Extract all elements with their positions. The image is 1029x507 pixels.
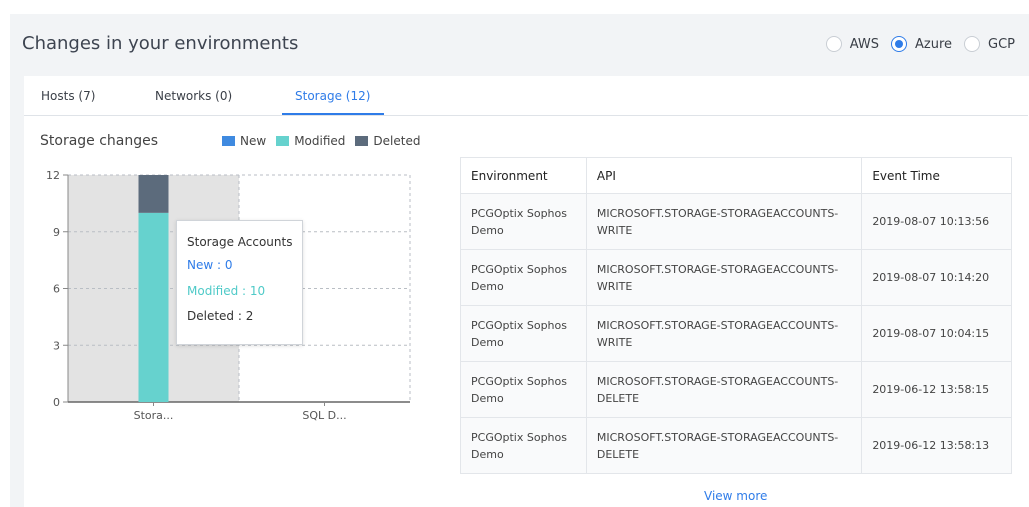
view-more-link[interactable]: View more	[704, 489, 767, 503]
tab-networks[interactable]: Networks (0)	[155, 89, 232, 103]
cell-api: MICROSOFT.STORAGE-STORAGEACCOUNTS-WRITE	[585, 305, 863, 362]
radio-aws[interactable]: AWS	[825, 36, 879, 52]
tab-hosts[interactable]: Hosts (7)	[41, 89, 95, 103]
table-row[interactable]: PCGOptix Sophos Demo MICROSOFT.STORAGE-S…	[460, 305, 1012, 362]
radio-circle-icon	[964, 36, 980, 52]
legend-label: Deleted	[373, 134, 421, 148]
y-tick-label: 12	[46, 169, 60, 182]
y-tick-label: 0	[53, 396, 60, 409]
active-tab-underline	[282, 113, 384, 115]
cell-event-time: 2019-08-07 10:04:15	[861, 305, 1012, 362]
chart-legend: New Modified Deleted	[222, 134, 430, 148]
cell-event-time: 2019-06-12 13:58:15	[861, 361, 1012, 418]
legend-label: New	[240, 134, 267, 148]
table-header-row: Environment API Event Time	[460, 157, 1012, 194]
column-header-api[interactable]: API	[585, 157, 863, 194]
x-tick-label: Stora...	[134, 409, 174, 422]
events-table: Environment API Event Time PCGOptix Soph…	[460, 157, 1012, 474]
radio-label: Azure	[914, 36, 952, 52]
legend-swatch	[222, 136, 235, 146]
legend-label: Modified	[294, 134, 346, 148]
cell-environment: PCGOptix Sophos Demo	[460, 361, 587, 418]
cell-api: MICROSOFT.STORAGE-STORAGEACCOUNTS-DELETE	[585, 361, 863, 418]
cell-api: MICROSOFT.STORAGE-STORAGEACCOUNTS-DELETE	[585, 417, 863, 474]
y-tick-label: 9	[53, 226, 60, 239]
chart-tooltip: Storage Accounts New : 0 Modified : 10 D…	[176, 220, 303, 345]
cell-environment: PCGOptix Sophos Demo	[460, 193, 587, 250]
table-row[interactable]: PCGOptix Sophos Demo MICROSOFT.STORAGE-S…	[460, 417, 1012, 474]
left-strip	[10, 76, 24, 507]
legend-item-new[interactable]: New	[222, 134, 266, 148]
radio-circle-icon	[825, 36, 842, 52]
cell-api: MICROSOFT.STORAGE-STORAGEACCOUNTS-WRITE	[585, 193, 863, 250]
cell-api: MICROSOFT.STORAGE-STORAGEACCOUNTS-WRITE	[585, 249, 863, 306]
column-header-environment[interactable]: Environment	[460, 157, 587, 194]
tooltip-deleted: Deleted : 2	[187, 309, 254, 323]
table-row[interactable]: PCGOptix Sophos Demo MICROSOFT.STORAGE-S…	[460, 249, 1012, 306]
cell-event-time: 2019-06-12 13:58:13	[861, 417, 1012, 474]
legend-swatch	[276, 136, 290, 146]
y-tick-label: 6	[53, 283, 60, 296]
radio-circle-icon	[890, 36, 907, 52]
cloud-radio-group: AWS Azure GCP	[814, 36, 1015, 52]
radio-label: AWS	[849, 36, 879, 52]
cell-event-time: 2019-08-07 10:13:56	[861, 193, 1012, 250]
y-tick-label: 3	[53, 339, 60, 352]
bar-deleted	[138, 175, 169, 213]
legend-item-modified[interactable]: Modified	[276, 134, 345, 148]
radio-gcp[interactable]: GCP	[964, 36, 1015, 52]
page-title: Changes in your environments	[22, 33, 299, 54]
tooltip-title: Storage Accounts	[187, 235, 293, 249]
cell-event-time: 2019-08-07 10:14:20	[861, 249, 1012, 306]
table-row[interactable]: PCGOptix Sophos Demo MICROSOFT.STORAGE-S…	[460, 193, 1012, 250]
tooltip-new: New : 0	[187, 258, 233, 272]
tab-bar: Hosts (7) Networks (0) Storage (12)	[24, 76, 1028, 116]
cell-environment: PCGOptix Sophos Demo	[460, 417, 587, 474]
column-header-event-time[interactable]: Event Time	[861, 157, 1012, 194]
cell-environment: PCGOptix Sophos Demo	[460, 249, 587, 306]
cell-environment: PCGOptix Sophos Demo	[460, 305, 587, 362]
radio-azure[interactable]: Azure	[890, 36, 952, 52]
legend-swatch	[355, 136, 369, 146]
table-row[interactable]: PCGOptix Sophos Demo MICROSOFT.STORAGE-S…	[460, 361, 1012, 418]
legend-item-deleted[interactable]: Deleted	[355, 134, 420, 148]
tab-storage[interactable]: Storage (12)	[295, 89, 370, 103]
radio-label: GCP	[988, 36, 1015, 52]
x-tick-label: SQL D...	[302, 409, 346, 422]
chart-title: Storage changes	[40, 133, 159, 149]
tooltip-modified: Modified : 10	[187, 284, 266, 298]
bar-modified	[138, 212, 169, 402]
